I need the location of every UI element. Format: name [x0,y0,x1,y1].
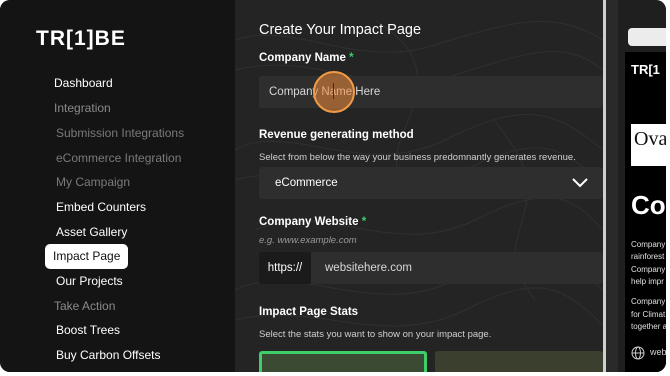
sidebar-section-integration: Integration [54,101,111,115]
company-name-label: Company Name * [259,52,354,64]
sidebar-item-impact-page[interactable]: Impact Page [45,244,129,269]
panel-gap [606,0,618,372]
preview-text-line: for Climat [631,310,666,319]
company-name-label-text: Company Name [259,52,346,64]
preview-company-logo-text: Ova [634,128,666,150]
company-website-label: Company Website * [259,216,366,228]
stat-card[interactable] [435,351,603,372]
preview-text-line: together a [631,322,666,331]
preview-button[interactable] [628,28,666,46]
url-prefix: https:// [259,252,311,284]
company-website-label-text: Company Website [259,216,359,228]
revenue-method-help: Select from below the way your business … [259,152,576,163]
page-title: Create Your Impact Page [259,22,422,38]
company-website-input[interactable]: https:// websitehere.com [259,252,603,284]
impact-stats-label: Impact Page Stats [259,306,359,318]
preview-text-line: Company [631,265,666,274]
sidebar-item-buy-carbon-offsets[interactable]: Buy Carbon Offsets [48,343,169,367]
preview-website-link[interactable]: web [650,347,666,357]
company-website-value: websitehere.com [325,262,412,274]
stat-card-selected[interactable] [259,351,427,372]
sidebar-item-boost-trees[interactable]: Boost Trees [48,318,128,342]
sidebar: TR[1]BE Dashboard Integration Submission… [0,0,235,372]
app-window: TR[1]BE Dashboard Integration Submission… [0,0,666,372]
sidebar-item-embed-counters[interactable]: Embed Counters [48,195,154,219]
preview-text-line: Company [631,240,666,249]
preview-company-logo: Ova [631,124,666,166]
impact-stats-help: Select the stats you want to show on you… [259,329,492,340]
sidebar-item-my-campaign[interactable]: My Campaign [48,170,138,194]
website-example-hint: e.g. www.example.com [259,235,357,246]
text-caret [333,83,334,99]
required-mark: * [361,216,367,228]
tribe-logo: TR[1]BE [36,27,126,50]
preview-heading: Co [631,190,666,220]
revenue-method-label: Revenue generating method [259,129,414,141]
sidebar-item-dashboard[interactable]: Dashboard [46,71,121,95]
preview-text-line: Company [631,297,666,306]
sidebar-section-take-action: Take Action [54,299,116,313]
preview-text-line: rainforest [631,252,665,261]
required-mark: * [349,52,354,64]
sidebar-item-submission-integrations[interactable]: Submission Integrations [48,121,192,145]
sidebar-item-our-projects[interactable]: Our Projects [48,269,131,293]
chevron-down-icon [572,178,588,188]
preview-canvas: TR[1 Ova Co Company rainforest Company h… [625,52,666,372]
company-name-input[interactable]: Company Name Here [259,76,603,108]
revenue-method-selected: eCommerce [275,177,338,189]
main-panel: Create Your Impact Page Company Name * C… [235,0,603,372]
preview-logo: TR[1 [631,62,660,77]
impact-page-preview: TR[1 Ova Co Company rainforest Company h… [618,0,666,372]
sidebar-item-asset-gallery[interactable]: Asset Gallery [48,220,135,244]
preview-text-line: help impr [631,277,664,286]
globe-icon [631,346,645,360]
click-indicator [313,71,355,113]
sidebar-item-ecommerce-integration[interactable]: eCommerce Integration [48,146,189,170]
revenue-method-select[interactable]: eCommerce [259,167,603,199]
